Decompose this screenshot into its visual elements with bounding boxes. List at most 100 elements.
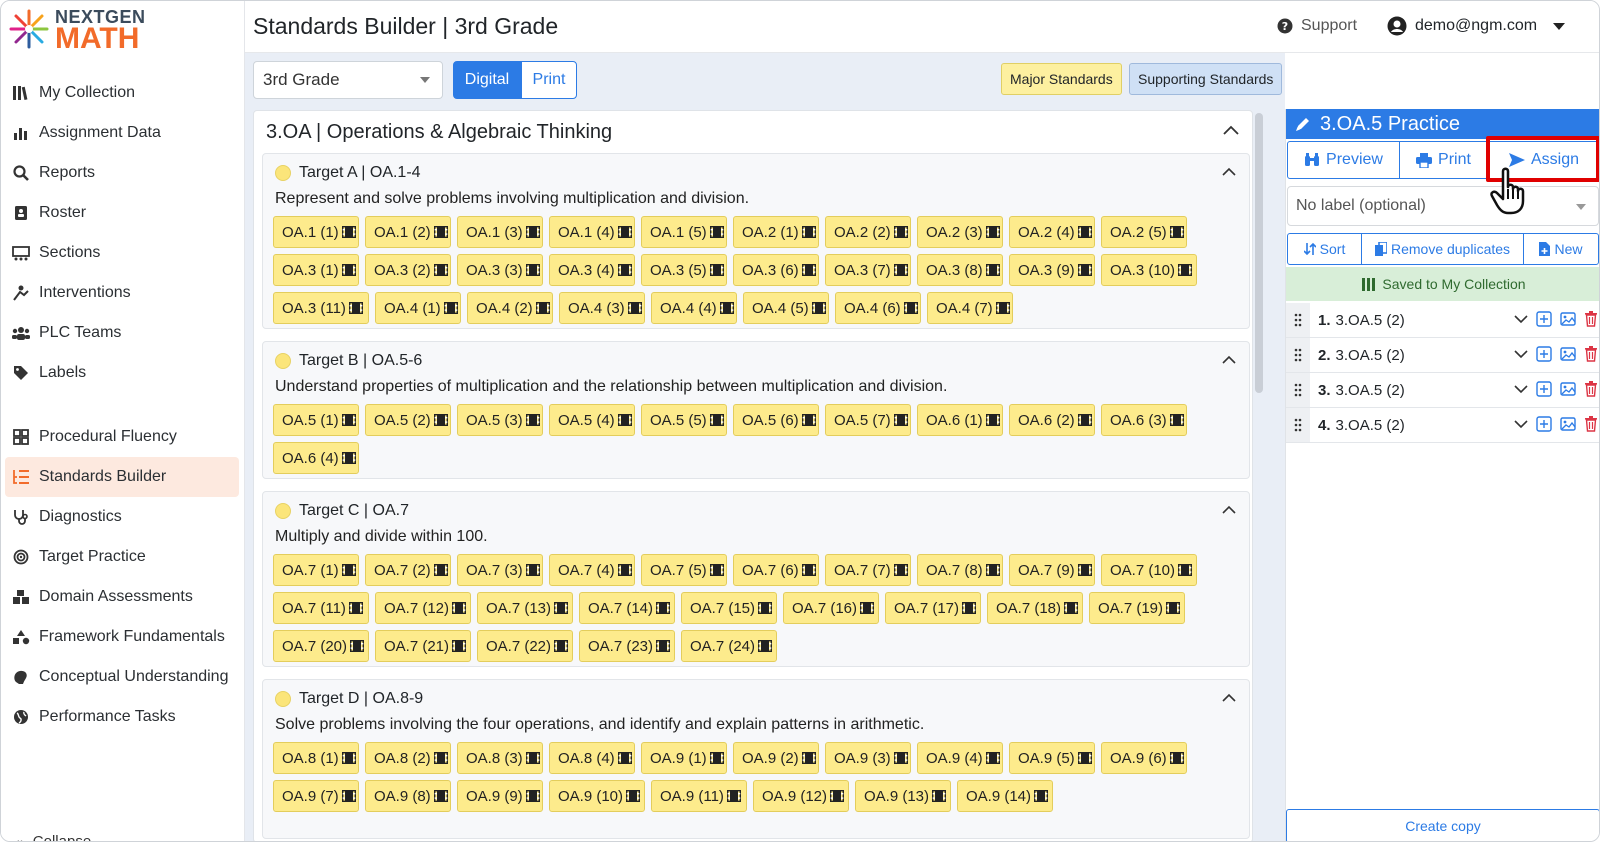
standard-chip[interactable]: OA.2 (3) <box>917 216 1003 248</box>
standard-chip[interactable]: OA.8 (2) <box>365 742 451 774</box>
standard-chip[interactable]: OA.7 (15) <box>681 592 777 624</box>
standard-chip[interactable]: OA.3 (5) <box>641 254 727 286</box>
standard-chip[interactable]: OA.7 (19) <box>1089 592 1185 624</box>
chevron-up-icon[interactable] <box>1221 352 1237 370</box>
standard-chip[interactable]: OA.3 (2) <box>365 254 451 286</box>
trash-icon[interactable] <box>1584 311 1598 327</box>
standard-chip[interactable]: OA.7 (23) <box>579 630 675 662</box>
standard-chip[interactable]: OA.4 (2) <box>467 292 553 324</box>
standard-chip[interactable]: OA.3 (1) <box>273 254 359 286</box>
sidebar-item-plc-teams[interactable]: PLC Teams <box>1 313 245 353</box>
sidebar-item-domain-assessments[interactable]: Domain Assessments <box>1 577 245 617</box>
standard-chip[interactable]: OA.3 (11) <box>273 292 369 324</box>
standard-chip[interactable]: OA.6 (2) <box>1009 404 1095 436</box>
standard-chip[interactable]: OA.9 (7) <box>273 780 359 812</box>
sidebar-item-framework-fundamentals[interactable]: Framework Fundamentals <box>1 617 245 657</box>
print-button[interactable]: Print <box>1400 142 1488 178</box>
standard-chip[interactable]: OA.7 (10) <box>1101 554 1197 586</box>
add-square-icon[interactable] <box>1536 381 1552 397</box>
standard-chip[interactable]: OA.5 (4) <box>549 404 635 436</box>
image-icon[interactable] <box>1560 381 1576 397</box>
standard-chip[interactable]: OA.3 (4) <box>549 254 635 286</box>
standard-chip[interactable]: OA.5 (1) <box>273 404 359 436</box>
standard-chip[interactable]: OA.3 (8) <box>917 254 1003 286</box>
add-square-icon[interactable] <box>1536 311 1552 327</box>
sidebar-item-assignment-data[interactable]: Assignment Data <box>1 113 245 153</box>
preview-button[interactable]: Preview <box>1288 142 1400 178</box>
standard-chip[interactable]: OA.7 (5) <box>641 554 727 586</box>
sort-button[interactable]: Sort <box>1288 234 1362 264</box>
standard-chip[interactable]: OA.2 (4) <box>1009 216 1095 248</box>
chevron-up-icon[interactable] <box>1221 164 1237 182</box>
chevron-up-icon[interactable] <box>1221 690 1237 708</box>
standard-chip[interactable]: OA.7 (1) <box>273 554 359 586</box>
sidebar-item-target-practice[interactable]: Target Practice <box>1 537 245 577</box>
logo[interactable]: NEXTGEN MATH <box>9 7 159 55</box>
standard-chip[interactable]: OA.7 (16) <box>783 592 879 624</box>
drag-handle-icon[interactable] <box>1286 408 1310 442</box>
image-icon[interactable] <box>1560 311 1576 327</box>
sidebar-item-interventions[interactable]: Interventions <box>1 273 245 313</box>
standard-chip[interactable]: OA.9 (14) <box>957 780 1053 812</box>
standard-chip[interactable]: OA.4 (3) <box>559 292 645 324</box>
sidebar-item-diagnostics[interactable]: Diagnostics <box>1 497 245 537</box>
standard-chip[interactable]: OA.9 (8) <box>365 780 451 812</box>
standard-chip[interactable]: OA.6 (3) <box>1101 404 1187 436</box>
standard-chip[interactable]: OA.7 (4) <box>549 554 635 586</box>
chevron-up-icon[interactable] <box>1221 502 1237 520</box>
standard-chip[interactable]: OA.3 (10) <box>1101 254 1197 286</box>
standard-chip[interactable]: OA.1 (4) <box>549 216 635 248</box>
collapse-button[interactable]: « Collapse <box>15 833 91 841</box>
standard-chip[interactable]: OA.7 (24) <box>681 630 777 662</box>
standard-chip[interactable]: OA.7 (17) <box>885 592 981 624</box>
pencil-icon[interactable] <box>1294 115 1312 133</box>
standard-chip[interactable]: OA.9 (13) <box>855 780 951 812</box>
standard-chip[interactable]: OA.7 (2) <box>365 554 451 586</box>
standard-chip[interactable]: OA.9 (2) <box>733 742 819 774</box>
chevron-up-icon[interactable] <box>1222 123 1240 141</box>
standard-chip[interactable]: OA.6 (1) <box>917 404 1003 436</box>
standard-chip[interactable]: OA.9 (5) <box>1009 742 1095 774</box>
standard-chip[interactable]: OA.9 (11) <box>651 780 747 812</box>
standard-chip[interactable]: OA.7 (7) <box>825 554 911 586</box>
add-square-icon[interactable] <box>1536 416 1552 432</box>
standard-chip[interactable]: OA.7 (22) <box>477 630 573 662</box>
drag-handle-icon[interactable] <box>1286 373 1310 407</box>
standard-chip[interactable]: OA.7 (12) <box>375 592 471 624</box>
sidebar-item-procedural-fluency[interactable]: Procedural Fluency <box>1 417 245 457</box>
standard-chip[interactable]: OA.9 (10) <box>549 780 645 812</box>
trash-icon[interactable] <box>1584 381 1598 397</box>
standard-chip[interactable]: OA.7 (3) <box>457 554 543 586</box>
chevron-down-icon[interactable] <box>1514 314 1528 324</box>
standard-chip[interactable]: OA.7 (18) <box>987 592 1083 624</box>
standard-chip[interactable]: OA.3 (7) <box>825 254 911 286</box>
major-standards-button[interactable]: Major Standards <box>1001 63 1122 95</box>
standard-chip[interactable]: OA.3 (6) <box>733 254 819 286</box>
standard-chip[interactable]: OA.9 (4) <box>917 742 1003 774</box>
standard-chip[interactable]: OA.9 (1) <box>641 742 727 774</box>
supporting-standards-button[interactable]: Supporting Standards <box>1129 63 1283 95</box>
sidebar-item-reports[interactable]: Reports <box>1 153 245 193</box>
sidebar-item-sections[interactable]: Sections <box>1 233 245 273</box>
standard-chip[interactable]: OA.2 (2) <box>825 216 911 248</box>
target-header[interactable]: Target D | OA.8-9 <box>275 690 423 708</box>
standard-chip[interactable]: OA.9 (9) <box>457 780 543 812</box>
standard-chip[interactable]: OA.9 (3) <box>825 742 911 774</box>
create-copy-button[interactable]: Create copy <box>1286 809 1599 841</box>
standard-chip[interactable]: OA.1 (5) <box>641 216 727 248</box>
sidebar-item-labels[interactable]: Labels <box>1 353 245 393</box>
remove-duplicates-button[interactable]: Remove duplicates <box>1362 234 1524 264</box>
standard-chip[interactable]: OA.7 (13) <box>477 592 573 624</box>
support-link[interactable]: ? Support <box>1277 17 1357 35</box>
standard-chip[interactable]: OA.4 (4) <box>651 292 737 324</box>
new-button[interactable]: New <box>1524 234 1598 264</box>
grade-select[interactable]: 3rd Grade <box>253 61 443 99</box>
standard-chip[interactable]: OA.8 (1) <box>273 742 359 774</box>
target-header[interactable]: Target B | OA.5-6 <box>275 352 422 370</box>
standard-chip[interactable]: OA.7 (11) <box>273 592 369 624</box>
standard-chip[interactable]: OA.4 (5) <box>743 292 829 324</box>
scrollbar-thumb[interactable] <box>1255 113 1263 393</box>
standard-chip[interactable]: OA.9 (6) <box>1101 742 1187 774</box>
target-header[interactable]: Target A | OA.1-4 <box>275 164 421 182</box>
chevron-down-icon[interactable] <box>1514 419 1528 429</box>
